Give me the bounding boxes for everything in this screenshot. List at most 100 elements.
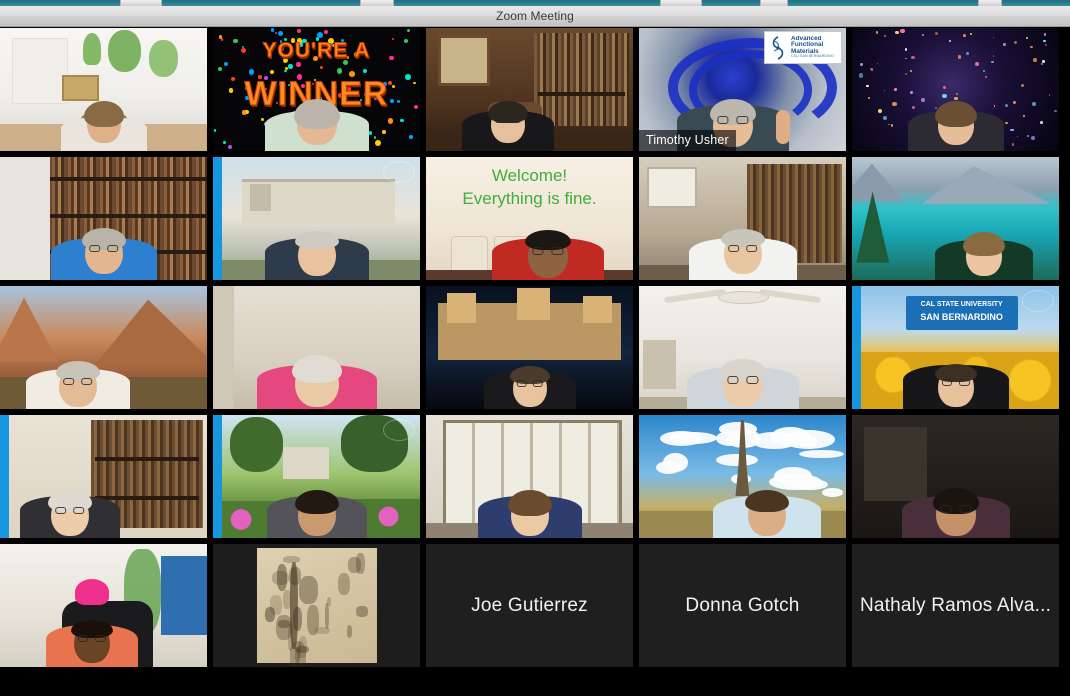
firework-spark: [890, 124, 894, 127]
participant-figure: [256, 286, 377, 409]
sketch-stroke: [295, 647, 301, 664]
firework-spark: [892, 101, 897, 106]
firework-spark: [1026, 37, 1029, 40]
sketch-stroke: [346, 625, 352, 639]
afm-logo-sub: CSU SAN BERNARDINO: [791, 54, 834, 59]
firework-spark: [1004, 103, 1008, 107]
confetti-dot: [397, 100, 401, 104]
participant-figure: [25, 286, 130, 409]
participant-video: CAL STATE UNIVERSITY SAN BERNARDINO: [852, 286, 1059, 409]
door-frame: [643, 340, 677, 390]
firework-spark: [900, 29, 905, 34]
advanced-functional-materials-logo: Advanced Functional Materials CSU SAN BERNA…: [764, 31, 842, 64]
sketch-skeleton-spine: [290, 561, 299, 650]
sketch-stroke: [324, 603, 329, 629]
participant-tile[interactable]: Advanced Functional Materials CSU SAN BERNA…: [639, 28, 846, 151]
wall-left: [0, 157, 50, 280]
participant-gallery: YOU'RE A WINNER Advanced Functional Material…: [0, 28, 1070, 696]
participant-tile[interactable]: [0, 415, 207, 538]
blue-edge-stripe[interactable]: [213, 157, 222, 280]
confetti-dot: [230, 76, 235, 82]
firework-spark: [883, 115, 888, 120]
blue-edge-stripe[interactable]: [0, 415, 9, 538]
confetti-dot: [400, 118, 404, 123]
confetti-dot: [389, 55, 395, 61]
participant-tile[interactable]: [213, 415, 420, 538]
participant-tile[interactable]: [426, 28, 633, 151]
participant-name-centered: Nathaly Ramos Alva...: [859, 594, 1052, 616]
participant-glasses: [77, 634, 106, 643]
participant-tile[interactable]: YOU'RE A WINNER: [213, 28, 420, 151]
participant-tile[interactable]: Donna Gotch: [639, 544, 846, 667]
participant-glasses: [62, 377, 93, 386]
participant-hair: [294, 490, 339, 515]
participant-tile[interactable]: [0, 544, 207, 667]
participant-tile[interactable]: [213, 286, 420, 409]
participant-glasses: [726, 376, 759, 384]
participant-video: [213, 544, 420, 667]
confetti-dot: [240, 47, 246, 53]
participant-figure: [45, 544, 138, 667]
firework-spark: [894, 30, 899, 35]
confetti-dot: [223, 61, 228, 66]
participant-glasses: [494, 116, 521, 123]
cloud: [669, 431, 718, 445]
participant-tile[interactable]: [0, 28, 207, 151]
firework-spark: [1048, 93, 1051, 96]
blue-edge-stripe[interactable]: [852, 286, 861, 409]
sketch-stroke: [270, 594, 282, 616]
sketch-stroke: [356, 552, 365, 574]
confetti-dot: [228, 88, 234, 93]
participant-hair: [934, 100, 977, 127]
participant-tile[interactable]: [639, 415, 846, 538]
participant-tile[interactable]: [213, 157, 420, 280]
firework-spark: [1012, 143, 1015, 146]
participant-tile[interactable]: [0, 286, 207, 409]
participant-tile[interactable]: [852, 415, 1059, 538]
confetti-dot: [389, 98, 394, 103]
participant-figure: [901, 415, 1010, 538]
participant-figure: [266, 415, 367, 538]
participant-tile[interactable]: [639, 286, 846, 409]
participant-tile[interactable]: Nathaly Ramos Alva...: [852, 544, 1059, 667]
participant-hair: [293, 98, 340, 129]
blue-edge-stripe[interactable]: [213, 415, 222, 538]
participant-video: [639, 415, 846, 538]
firework-spark: [1043, 40, 1046, 43]
participant-tile[interactable]: [213, 544, 420, 667]
castle-tower: [446, 293, 476, 323]
confetti-dot: [223, 141, 226, 144]
firework-spark: [876, 31, 879, 34]
firework-spark: [1033, 58, 1037, 62]
participant-glasses: [88, 244, 119, 253]
participant-tile[interactable]: CAL STATE UNIVERSITY SAN BERNARDINO: [852, 286, 1059, 409]
participant-tile[interactable]: Joe Gutierrez: [426, 544, 633, 667]
participant-tile[interactable]: [852, 28, 1059, 151]
firework-spark: [1013, 100, 1017, 104]
raised-finger: [775, 109, 790, 144]
participant-tile[interactable]: [426, 286, 633, 409]
channel-watermark: [1022, 290, 1054, 312]
participant-glasses: [54, 506, 85, 515]
participant-glasses: [516, 380, 543, 387]
participant-video: [0, 544, 207, 667]
participant-video: [0, 28, 207, 151]
confetti-dot: [413, 104, 418, 109]
participant-tile[interactable]: Welcome! Everything is fine.: [426, 157, 633, 280]
participant-tile[interactable]: [639, 157, 846, 280]
participant-tile[interactable]: [426, 415, 633, 538]
confetti-dot: [233, 38, 238, 44]
firework-spark: [883, 89, 886, 92]
participant-tile[interactable]: [852, 157, 1059, 280]
firework-spark: [1040, 120, 1044, 124]
sketch-stroke: [298, 575, 318, 605]
confetti-dot: [218, 35, 222, 39]
firework-spark: [1023, 115, 1025, 118]
window-title-bar[interactable]: Zoom Meeting: [0, 6, 1070, 27]
firework-spark: [866, 84, 869, 88]
participant-video: [0, 415, 207, 538]
firework-spark: [888, 123, 890, 126]
participant-figure: [491, 157, 604, 280]
participant-tile[interactable]: [0, 157, 207, 280]
firework-spark: [1013, 40, 1018, 45]
